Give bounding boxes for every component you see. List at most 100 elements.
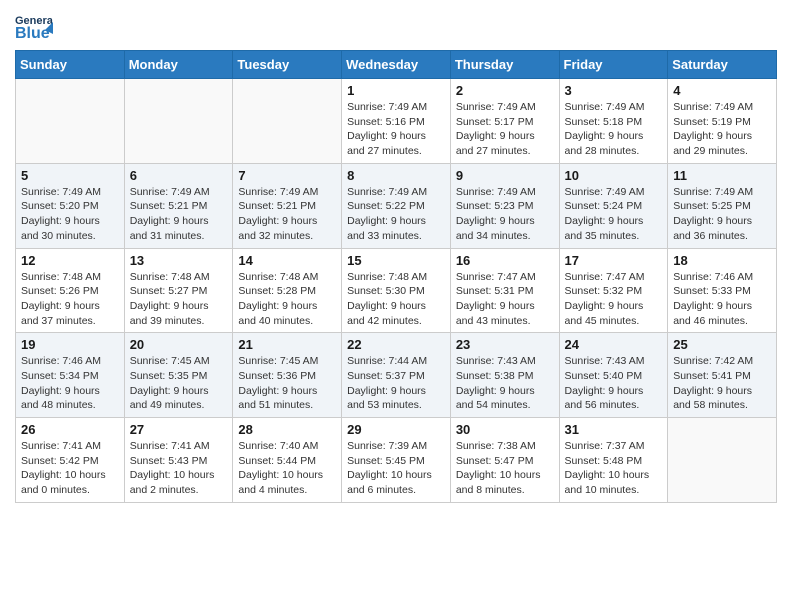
week-row: 5 Sunrise: 7:49 AM Sunset: 5:20 PM Daylig… bbox=[16, 163, 777, 248]
week-row: 26 Sunrise: 7:41 AM Sunset: 5:42 PM Dayli… bbox=[16, 418, 777, 503]
day-info: Sunrise: 7:42 AM Sunset: 5:41 PM Dayligh… bbox=[673, 354, 771, 413]
day-info: Sunrise: 7:48 AM Sunset: 5:30 PM Dayligh… bbox=[347, 270, 445, 329]
calendar-cell: 21 Sunrise: 7:45 AM Sunset: 5:36 PM Dayli… bbox=[233, 333, 342, 418]
day-info: Sunrise: 7:48 AM Sunset: 5:26 PM Dayligh… bbox=[21, 270, 119, 329]
calendar-cell: 30 Sunrise: 7:38 AM Sunset: 5:47 PM Dayli… bbox=[450, 418, 559, 503]
day-number: 10 bbox=[565, 168, 663, 183]
calendar-cell: 17Sunrise: 7:47 AM Sunset: 5:32 PM Dayli… bbox=[559, 248, 668, 333]
day-number: 21 bbox=[238, 337, 336, 352]
day-info: Sunrise: 7:48 AM Sunset: 5:27 PM Dayligh… bbox=[130, 270, 228, 329]
day-number: 14 bbox=[238, 253, 336, 268]
day-info: Sunrise: 7:47 AM Sunset: 5:31 PM Dayligh… bbox=[456, 270, 554, 329]
calendar-cell: 12 Sunrise: 7:48 AM Sunset: 5:26 PM Dayli… bbox=[16, 248, 125, 333]
day-info: Sunrise: 7:49 AM Sunset: 5:24 PM Dayligh… bbox=[565, 185, 663, 244]
day-number: 29 bbox=[347, 422, 445, 437]
day-header-sunday: Sunday bbox=[16, 51, 125, 79]
day-number: 19 bbox=[21, 337, 119, 352]
day-info: Sunrise: 7:45 AM Sunset: 5:35 PM Dayligh… bbox=[130, 354, 228, 413]
calendar-cell: 3 Sunrise: 7:49 AM Sunset: 5:18 PM Daylig… bbox=[559, 79, 668, 164]
day-header-wednesday: Wednesday bbox=[342, 51, 451, 79]
calendar-cell: 4 Sunrise: 7:49 AM Sunset: 5:19 PM Daylig… bbox=[668, 79, 777, 164]
day-header-saturday: Saturday bbox=[668, 51, 777, 79]
calendar-container: General Blue SundayMondayTuesdayWednesda… bbox=[0, 0, 792, 513]
calendar-cell: 26 Sunrise: 7:41 AM Sunset: 5:42 PM Dayli… bbox=[16, 418, 125, 503]
calendar-cell bbox=[233, 79, 342, 164]
calendar-cell: 31 Sunrise: 7:37 AM Sunset: 5:48 PM Dayli… bbox=[559, 418, 668, 503]
day-info: Sunrise: 7:48 AM Sunset: 5:28 PM Dayligh… bbox=[238, 270, 336, 329]
day-number: 27 bbox=[130, 422, 228, 437]
day-info: Sunrise: 7:49 AM Sunset: 5:18 PM Dayligh… bbox=[565, 100, 663, 159]
calendar-cell: 9 Sunrise: 7:49 AM Sunset: 5:23 PM Daylig… bbox=[450, 163, 559, 248]
day-number: 31 bbox=[565, 422, 663, 437]
day-number: 17 bbox=[565, 253, 663, 268]
calendar-cell: 6 Sunrise: 7:49 AM Sunset: 5:21 PM Daylig… bbox=[124, 163, 233, 248]
day-number: 22 bbox=[347, 337, 445, 352]
day-info: Sunrise: 7:49 AM Sunset: 5:16 PM Dayligh… bbox=[347, 100, 445, 159]
calendar-cell: 25 Sunrise: 7:42 AM Sunset: 5:41 PM Dayli… bbox=[668, 333, 777, 418]
day-number: 9 bbox=[456, 168, 554, 183]
day-number: 13 bbox=[130, 253, 228, 268]
calendar-cell: 11Sunrise: 7:49 AM Sunset: 5:25 PM Dayli… bbox=[668, 163, 777, 248]
day-number: 25 bbox=[673, 337, 771, 352]
day-number: 4 bbox=[673, 83, 771, 98]
day-info: Sunrise: 7:41 AM Sunset: 5:43 PM Dayligh… bbox=[130, 439, 228, 498]
day-info: Sunrise: 7:49 AM Sunset: 5:21 PM Dayligh… bbox=[238, 185, 336, 244]
logo-icon: General Blue bbox=[15, 10, 53, 42]
day-header-friday: Friday bbox=[559, 51, 668, 79]
calendar-cell: 19 Sunrise: 7:46 AM Sunset: 5:34 PM Dayli… bbox=[16, 333, 125, 418]
day-info: Sunrise: 7:49 AM Sunset: 5:23 PM Dayligh… bbox=[456, 185, 554, 244]
day-number: 26 bbox=[21, 422, 119, 437]
calendar-cell: 5 Sunrise: 7:49 AM Sunset: 5:20 PM Daylig… bbox=[16, 163, 125, 248]
day-info: Sunrise: 7:39 AM Sunset: 5:45 PM Dayligh… bbox=[347, 439, 445, 498]
day-info: Sunrise: 7:46 AM Sunset: 5:34 PM Dayligh… bbox=[21, 354, 119, 413]
header: General Blue bbox=[15, 10, 777, 42]
calendar-cell: 14 Sunrise: 7:48 AM Sunset: 5:28 PM Dayli… bbox=[233, 248, 342, 333]
day-number: 30 bbox=[456, 422, 554, 437]
calendar-cell: 29 Sunrise: 7:39 AM Sunset: 5:45 PM Dayli… bbox=[342, 418, 451, 503]
calendar-cell: 2Sunrise: 7:49 AM Sunset: 5:17 PM Daylig… bbox=[450, 79, 559, 164]
day-number: 23 bbox=[456, 337, 554, 352]
calendar-cell: 18 Sunrise: 7:46 AM Sunset: 5:33 PM Dayli… bbox=[668, 248, 777, 333]
calendar-cell: 16 Sunrise: 7:47 AM Sunset: 5:31 PM Dayli… bbox=[450, 248, 559, 333]
day-info: Sunrise: 7:38 AM Sunset: 5:47 PM Dayligh… bbox=[456, 439, 554, 498]
day-info: Sunrise: 7:49 AM Sunset: 5:25 PM Dayligh… bbox=[673, 185, 771, 244]
day-number: 18 bbox=[673, 253, 771, 268]
day-number: 8 bbox=[347, 168, 445, 183]
day-number: 24 bbox=[565, 337, 663, 352]
day-info: Sunrise: 7:49 AM Sunset: 5:19 PM Dayligh… bbox=[673, 100, 771, 159]
calendar-table: SundayMondayTuesdayWednesdayThursdayFrid… bbox=[15, 50, 777, 503]
svg-text:Blue: Blue bbox=[15, 25, 50, 42]
day-info: Sunrise: 7:49 AM Sunset: 5:20 PM Dayligh… bbox=[21, 185, 119, 244]
calendar-cell: 15Sunrise: 7:48 AM Sunset: 5:30 PM Dayli… bbox=[342, 248, 451, 333]
day-number: 16 bbox=[456, 253, 554, 268]
week-row: 19 Sunrise: 7:46 AM Sunset: 5:34 PM Dayli… bbox=[16, 333, 777, 418]
calendar-cell: 24Sunrise: 7:43 AM Sunset: 5:40 PM Dayli… bbox=[559, 333, 668, 418]
day-info: Sunrise: 7:45 AM Sunset: 5:36 PM Dayligh… bbox=[238, 354, 336, 413]
day-info: Sunrise: 7:37 AM Sunset: 5:48 PM Dayligh… bbox=[565, 439, 663, 498]
day-header-tuesday: Tuesday bbox=[233, 51, 342, 79]
day-header-thursday: Thursday bbox=[450, 51, 559, 79]
day-number: 5 bbox=[21, 168, 119, 183]
day-info: Sunrise: 7:41 AM Sunset: 5:42 PM Dayligh… bbox=[21, 439, 119, 498]
week-row: 1 Sunrise: 7:49 AM Sunset: 5:16 PM Daylig… bbox=[16, 79, 777, 164]
calendar-cell: 28Sunrise: 7:40 AM Sunset: 5:44 PM Dayli… bbox=[233, 418, 342, 503]
day-number: 20 bbox=[130, 337, 228, 352]
calendar-cell: 22Sunrise: 7:44 AM Sunset: 5:37 PM Dayli… bbox=[342, 333, 451, 418]
header-row: SundayMondayTuesdayWednesdayThursdayFrid… bbox=[16, 51, 777, 79]
day-info: Sunrise: 7:49 AM Sunset: 5:21 PM Dayligh… bbox=[130, 185, 228, 244]
day-number: 1 bbox=[347, 83, 445, 98]
day-info: Sunrise: 7:43 AM Sunset: 5:38 PM Dayligh… bbox=[456, 354, 554, 413]
day-number: 3 bbox=[565, 83, 663, 98]
day-number: 6 bbox=[130, 168, 228, 183]
calendar-cell: 23 Sunrise: 7:43 AM Sunset: 5:38 PM Dayli… bbox=[450, 333, 559, 418]
day-number: 2 bbox=[456, 83, 554, 98]
calendar-cell: 8 Sunrise: 7:49 AM Sunset: 5:22 PM Daylig… bbox=[342, 163, 451, 248]
calendar-cell: 10 Sunrise: 7:49 AM Sunset: 5:24 PM Dayli… bbox=[559, 163, 668, 248]
day-number: 12 bbox=[21, 253, 119, 268]
calendar-cell: 7 Sunrise: 7:49 AM Sunset: 5:21 PM Daylig… bbox=[233, 163, 342, 248]
day-info: Sunrise: 7:46 AM Sunset: 5:33 PM Dayligh… bbox=[673, 270, 771, 329]
calendar-cell: 1 Sunrise: 7:49 AM Sunset: 5:16 PM Daylig… bbox=[342, 79, 451, 164]
calendar-cell: 13 Sunrise: 7:48 AM Sunset: 5:27 PM Dayli… bbox=[124, 248, 233, 333]
day-number: 7 bbox=[238, 168, 336, 183]
day-info: Sunrise: 7:49 AM Sunset: 5:22 PM Dayligh… bbox=[347, 185, 445, 244]
